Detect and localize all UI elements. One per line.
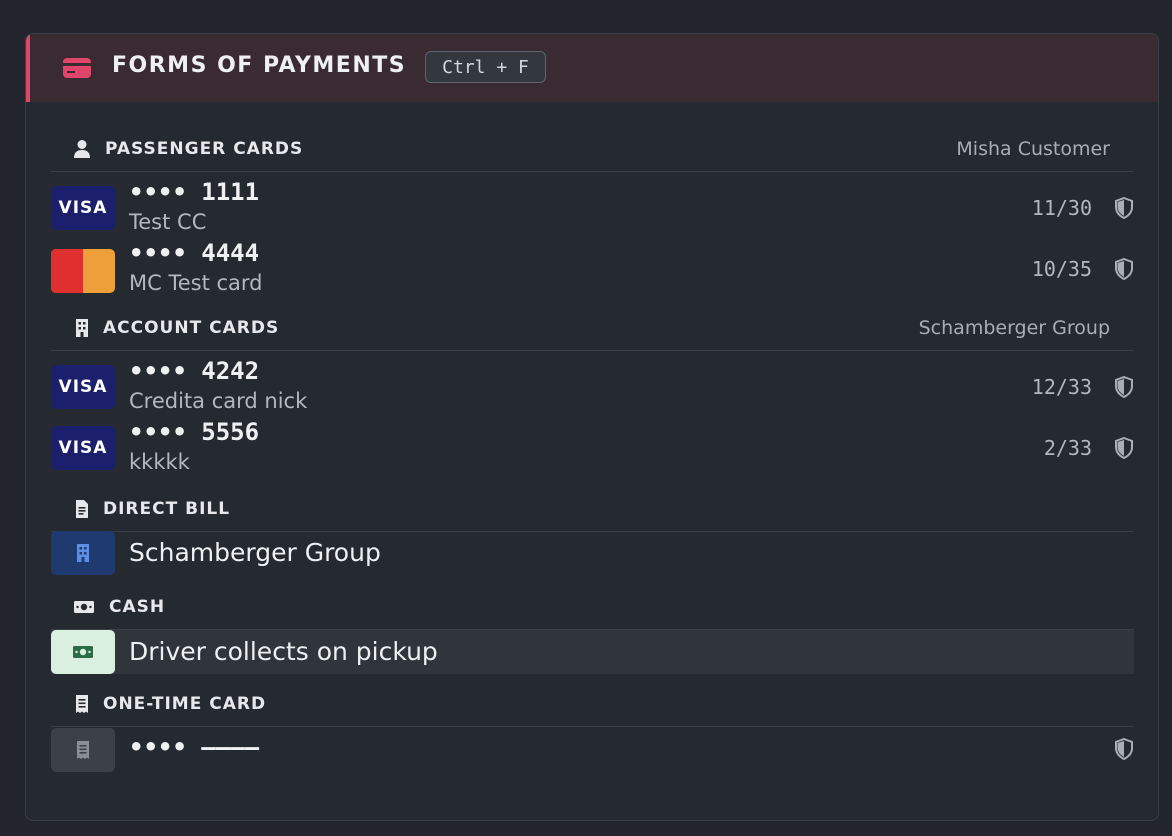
card-row[interactable]: VISA •••• 5556 kkkkk 2/33 bbox=[51, 418, 1134, 477]
building-icon bbox=[77, 544, 89, 562]
keyboard-shortcut: Ctrl + F bbox=[425, 51, 546, 83]
section-one-time-card: ONE-TIME CARD bbox=[51, 682, 1134, 727]
cash-label: Driver collects on pickup bbox=[129, 637, 438, 666]
direct-bill-thumb bbox=[51, 531, 115, 575]
one-time-card-thumb bbox=[51, 728, 115, 772]
card-number: •••• 1111 bbox=[129, 178, 260, 206]
shield-icon[interactable] bbox=[1114, 258, 1134, 280]
card-number: •••• –––– bbox=[129, 733, 260, 761]
shield-icon[interactable] bbox=[1114, 197, 1134, 219]
section-owner: Schamberger Group bbox=[918, 317, 1110, 339]
section-direct-bill: DIRECT BILL bbox=[51, 487, 1134, 532]
card-number: •••• 4444 bbox=[129, 239, 260, 267]
cash-thumb bbox=[51, 630, 115, 674]
building-icon bbox=[76, 319, 88, 337]
card-nickname: kkkkk bbox=[129, 450, 190, 474]
panel-title: FORMS OF PAYMENTS bbox=[112, 53, 407, 78]
card-expiry: 12/33 bbox=[1031, 375, 1092, 399]
direct-bill-row[interactable]: Schamberger Group bbox=[51, 531, 1134, 589]
section-title: DIRECT BILL bbox=[103, 499, 231, 519]
shield-icon[interactable] bbox=[1114, 376, 1134, 398]
card-row[interactable]: VISA •••• 1111 Test CC 11/30 bbox=[51, 178, 1134, 237]
card-nickname: Credita card nick bbox=[129, 389, 308, 413]
visa-logo: VISA bbox=[51, 365, 115, 409]
credit-card-icon bbox=[63, 58, 91, 78]
section-title: PASSENGER CARDS bbox=[105, 139, 304, 159]
document-icon bbox=[76, 500, 88, 518]
card-expiry: 11/30 bbox=[1031, 196, 1092, 220]
receipt-icon bbox=[76, 695, 88, 713]
mastercard-logo bbox=[51, 249, 115, 293]
visa-logo: VISA bbox=[51, 186, 115, 230]
shield-icon[interactable] bbox=[1114, 437, 1134, 459]
card-expiry: 10/35 bbox=[1031, 257, 1092, 281]
section-title: CASH bbox=[109, 597, 166, 617]
card-number: •••• 4242 bbox=[129, 357, 260, 385]
section-title: ONE-TIME CARD bbox=[103, 694, 267, 714]
shield-icon[interactable] bbox=[1114, 738, 1134, 760]
section-passenger-cards: PASSENGER CARDS Misha Customer bbox=[51, 127, 1134, 172]
section-account-cards: ACCOUNT CARDS Schamberger Group bbox=[51, 306, 1134, 351]
section-cash: CASH bbox=[51, 585, 1134, 630]
card-expiry: 2/33 bbox=[1043, 436, 1092, 460]
cash-icon bbox=[74, 601, 94, 613]
one-time-card-row[interactable]: •••• –––– bbox=[51, 726, 1134, 784]
cash-row[interactable]: Driver collects on pickup bbox=[51, 630, 1134, 674]
direct-bill-name: Schamberger Group bbox=[129, 538, 381, 567]
user-icon bbox=[74, 140, 90, 158]
visa-logo: VISA bbox=[51, 426, 115, 470]
card-nickname: Test CC bbox=[129, 210, 207, 234]
panel-header: FORMS OF PAYMENTS Ctrl + F bbox=[26, 34, 1158, 102]
card-number: •••• 5556 bbox=[129, 418, 260, 446]
receipt-icon bbox=[77, 741, 89, 759]
forms-of-payment-panel: FORMS OF PAYMENTS Ctrl + F PASSENGER CAR… bbox=[25, 33, 1159, 821]
card-nickname: MC Test card bbox=[129, 271, 263, 295]
card-row[interactable]: VISA •••• 4242 Credita card nick 12/33 bbox=[51, 357, 1134, 416]
card-row[interactable]: •••• 4444 MC Test card 10/35 bbox=[51, 239, 1134, 298]
section-owner: Misha Customer bbox=[956, 138, 1110, 160]
section-title: ACCOUNT CARDS bbox=[103, 318, 280, 338]
cash-icon bbox=[73, 646, 93, 658]
